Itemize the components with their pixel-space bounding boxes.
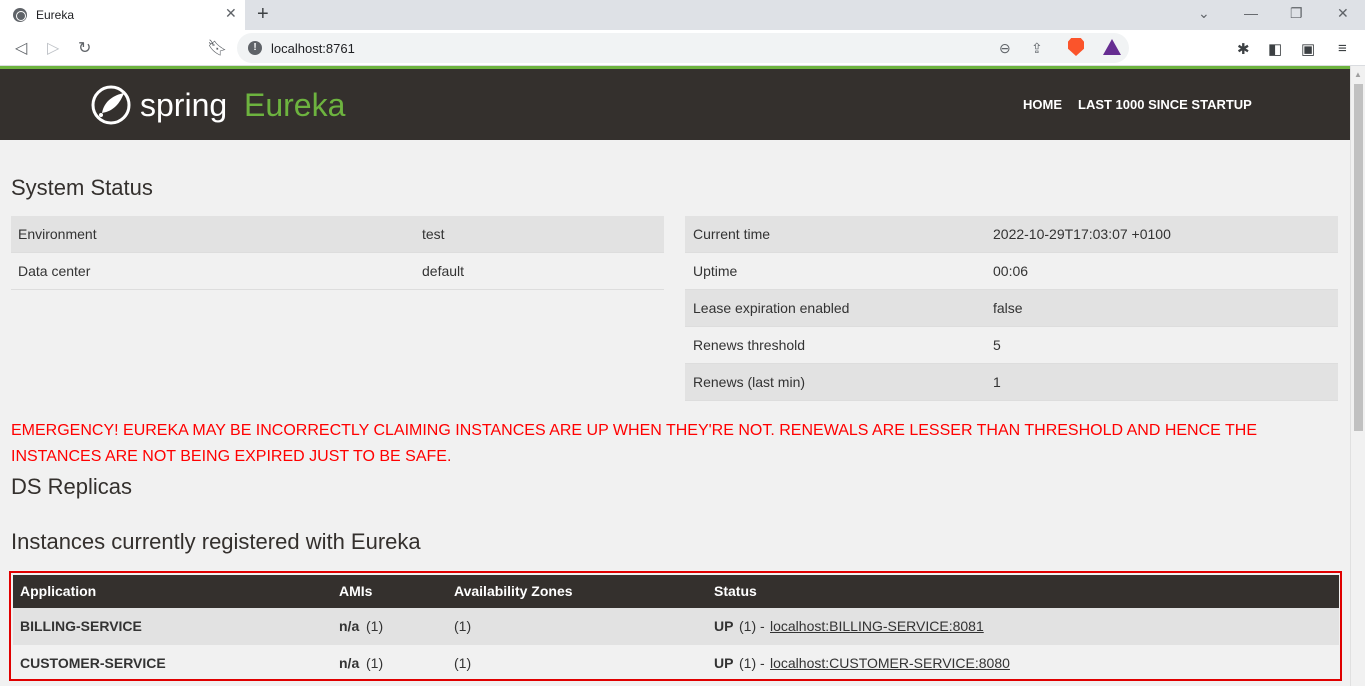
scrollbar-thumb[interactable] — [1354, 84, 1363, 431]
row-value: 5 — [993, 337, 1001, 353]
table-row: CUSTOMER-SERVICE n/a (1) (1) UP (1) - lo… — [13, 645, 1339, 682]
share-icon[interactable]: ⇪ — [1031, 40, 1043, 57]
header-status: Status — [714, 583, 757, 599]
table-row: Current time 2022-10-29T17:03:07 +0100 — [685, 216, 1338, 253]
table-header: Application AMIs Availability Zones Stat… — [13, 575, 1339, 608]
brand-spring[interactable]: spring — [140, 87, 227, 124]
wallet-icon[interactable]: ▣ — [1301, 40, 1315, 58]
instances-title: Instances currently registered with Eure… — [11, 529, 421, 554]
nav-link-last-1000[interactable]: LAST 1000 SINCE STARTUP — [1078, 97, 1252, 112]
instance-link[interactable]: localhost:BILLING-SERVICE:8081 — [770, 618, 984, 634]
table-row: Lease expiration enabled false — [685, 290, 1338, 327]
instance-link[interactable]: localhost:CUSTOMER-SERVICE:8080 — [770, 655, 1010, 671]
row-label: Lease expiration enabled — [693, 300, 850, 316]
extensions-icon[interactable]: ✱ — [1237, 40, 1250, 58]
header-availability-zones: Availability Zones — [454, 583, 573, 599]
brand-eureka[interactable]: Eureka — [244, 87, 345, 124]
restore-button[interactable]: ❐ — [1290, 5, 1303, 22]
close-window-button[interactable]: ✕ — [1337, 5, 1349, 22]
table-row: Environment test — [11, 216, 664, 253]
browser-tab[interactable]: Eureka ✕ — [0, 0, 245, 30]
tab-search-icon[interactable]: ⌄ — [1198, 5, 1210, 22]
browser-toolbar: ◁ ▷ ↻ 🔖︎ ! localhost:8761 ⊖ ⇪ — [0, 30, 1365, 66]
ami-value: n/a — [339, 618, 360, 634]
ami-value: n/a — [339, 655, 360, 671]
zones-count: (1) — [454, 618, 472, 634]
url-text[interactable]: localhost:8761 — [271, 41, 355, 56]
emergency-warning: EMERGENCY! EUREKA MAY BE INCORRECTLY CLA… — [11, 422, 1257, 465]
row-label: Data center — [18, 263, 91, 279]
header-application: Application — [20, 583, 97, 599]
system-status-left-table: Environment test Data center default — [11, 216, 664, 290]
globe-icon — [13, 8, 27, 22]
header-amis: AMIs — [339, 583, 373, 599]
bookmark-icon[interactable]: 🔖︎ — [207, 38, 227, 58]
browser-tab-bar: Eureka ✕ + ⌄ — ❐ ✕ — [0, 0, 1365, 30]
page-scrollbar[interactable]: ▲ — [1350, 66, 1365, 686]
row-value: default — [422, 263, 465, 279]
menu-icon[interactable]: ≡ — [1338, 40, 1347, 57]
spring-logo-icon[interactable] — [90, 85, 132, 125]
instances-table: Application AMIs Availability Zones Stat… — [9, 571, 1342, 681]
row-label: Uptime — [693, 263, 738, 279]
system-status-title: System Status — [11, 175, 153, 200]
minimize-button[interactable]: — — [1244, 5, 1258, 21]
application-name: CUSTOMER-SERVICE — [20, 655, 166, 671]
row-value: 00:06 — [993, 263, 1029, 279]
zones-count: (1) — [454, 655, 472, 671]
table-row: Uptime 00:06 — [685, 253, 1338, 290]
row-label: Renews threshold — [693, 337, 806, 353]
scroll-up-icon[interactable]: ▲ — [1354, 70, 1362, 79]
row-value: false — [993, 300, 1023, 316]
system-status-right-table: Current time 2022-10-29T17:03:07 +0100 U… — [685, 216, 1338, 401]
status-count: (1) - — [739, 618, 765, 634]
tab-close-icon[interactable]: ✕ — [225, 5, 237, 22]
ami-count: (1) — [366, 655, 384, 671]
reload-icon[interactable]: ↻ — [78, 38, 91, 58]
table-row: BILLING-SERVICE n/a (1) (1) UP (1) - loc… — [13, 608, 1339, 645]
application-name: BILLING-SERVICE — [20, 618, 142, 634]
status-value: UP — [714, 618, 734, 634]
brave-rewards-icon[interactable] — [1103, 39, 1121, 55]
table-row: Renews threshold 5 — [685, 327, 1338, 364]
navbar: spring Eureka HOME LAST 1000 SINCE START… — [0, 69, 1350, 140]
row-value: 2022-10-29T17:03:07 +0100 — [993, 226, 1171, 242]
status-value: UP — [714, 655, 734, 671]
table-row: Renews (last min) 1 — [685, 364, 1338, 401]
status-count: (1) - — [739, 655, 765, 671]
nav-link-home[interactable]: HOME — [1023, 97, 1062, 112]
ds-replicas-title: DS Replicas — [11, 474, 133, 499]
zoom-icon[interactable]: ⊖ — [999, 40, 1011, 57]
row-label: Current time — [693, 226, 771, 242]
row-value: test — [422, 226, 445, 242]
sidebar-icon[interactable]: ◧ — [1268, 40, 1282, 58]
row-label: Renews (last min) — [693, 374, 806, 390]
info-icon[interactable]: ! — [248, 41, 262, 55]
row-value: 1 — [993, 374, 1001, 390]
forward-icon[interactable]: ▷ — [47, 38, 59, 58]
ami-count: (1) — [366, 618, 384, 634]
row-label: Environment — [18, 226, 97, 242]
back-icon[interactable]: ◁ — [15, 38, 27, 58]
address-bar[interactable]: ! localhost:8761 ⊖ ⇪ — [237, 33, 1129, 63]
tab-title: Eureka — [36, 8, 75, 22]
new-tab-button[interactable]: + — [257, 3, 269, 26]
table-row: Data center default — [11, 253, 664, 290]
